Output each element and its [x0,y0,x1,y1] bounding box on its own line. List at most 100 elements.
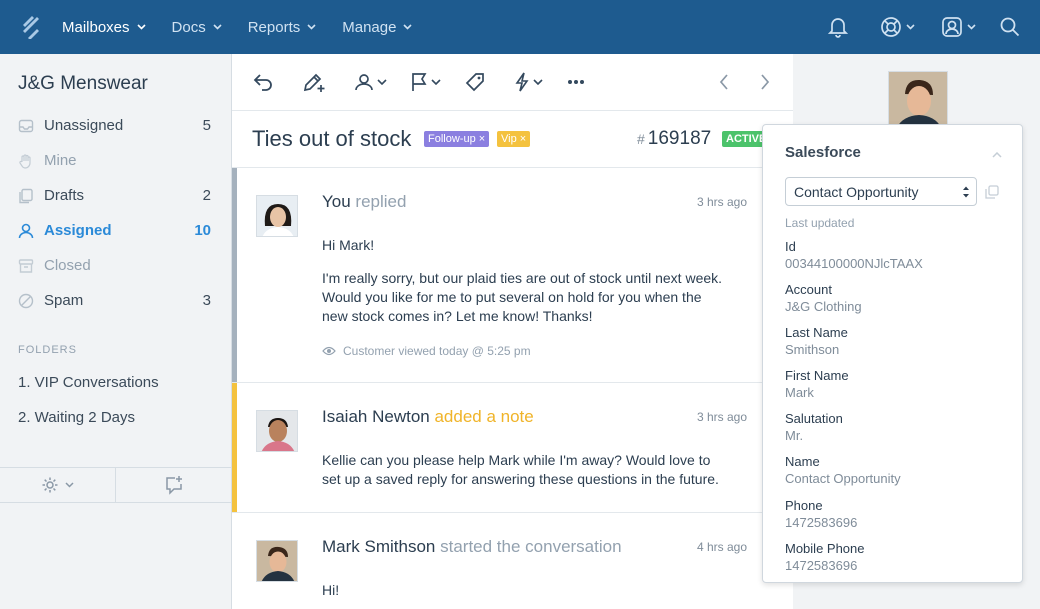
person-icon [355,74,373,91]
conversation-number: #169187 [637,128,711,150]
field-key: Account [785,282,832,297]
sf-field-id: Id 00344100000NJlcTAAX [785,239,923,271]
chevron-down-icon [377,79,387,85]
field-key: Last Name [785,325,848,340]
mailbox-name: J&G Menswear [18,73,148,94]
eye-icon [322,346,336,356]
inbox-icon [18,118,34,134]
thread-note-stripe [232,383,237,512]
more-actions-button[interactable] [567,70,585,94]
workflow-button[interactable] [514,70,543,94]
folder-count: 2 [202,187,211,204]
customer-avatar[interactable] [888,71,948,131]
custom-folder-vip[interactable]: 1. VIP Conversations [18,374,159,391]
search-icon [1000,17,1020,37]
mailbox-sidebar: J&G Menswear Unassigned 5 Mine Drafts 2 … [0,54,232,609]
notifications-button[interactable] [828,16,848,38]
author-name: You [322,192,351,211]
sf-field-salutation: Salutation Mr. [785,411,843,443]
thread-action: started the conversation [440,537,622,556]
author-name: Mark Smithson [322,537,436,556]
chevron-down-icon [431,79,441,85]
folder-drafts[interactable]: Drafts 2 [0,178,231,213]
thread-time: 3 hrs ago [696,410,747,424]
folder-label: Mine [44,152,77,169]
nav-mailboxes[interactable]: Mailboxes [62,19,146,36]
sf-field-mobile-phone: Mobile Phone 1472583696 [785,541,865,573]
thread-time: 4 hrs ago [696,540,747,554]
chevron-right-icon [761,74,770,90]
viewed-indicator: Customer viewed today @ 5:25 pm [322,344,531,358]
folder-mine[interactable]: Mine [0,143,231,178]
helpscout-logo-icon[interactable] [0,0,62,54]
tag-vip[interactable]: Vip × [497,131,531,147]
field-value: Contact Opportunity [785,471,901,486]
nav-manage[interactable]: Manage [342,19,413,36]
nav-reports[interactable]: Reports [248,19,317,36]
selected-object: Contact Opportunity [794,183,919,200]
folder-unassigned[interactable]: Unassigned 5 [0,108,231,143]
folder-count: 5 [202,117,211,134]
tag-follow-up[interactable]: Follow-up × [424,131,490,147]
thread-item: Isaiah Newton added a note 3 hrs ago Kel… [232,383,793,513]
nav-docs[interactable]: Docs [172,19,222,36]
lightning-icon [515,72,529,92]
bell-icon [828,18,848,38]
conversation-panel: Ties out of stock Follow-up × Vip × #169… [232,54,793,609]
new-conversation-button[interactable] [115,468,231,502]
field-value: Smithson [785,342,840,357]
field-value: 1472583696 [785,515,858,530]
person-icon [18,223,34,239]
sf-field-last-name: Last Name Smithson [785,325,848,357]
sidebar-footer [0,467,231,503]
thread-body: Kellie can you please help Mark while I'… [322,452,719,487]
folder-label: Closed [44,257,91,274]
field-key: Name [785,454,820,469]
status-button[interactable] [410,70,441,94]
thread-author: Mark Smithson started the conversation [322,537,622,557]
assign-button[interactable] [354,70,387,94]
copy-button[interactable] [985,185,999,204]
thread-reply-stripe [232,168,237,382]
chevron-down-icon [136,24,146,30]
mailbox-settings-button[interactable] [0,468,115,502]
top-nav: Mailboxes Docs Reports Manage [0,0,1040,54]
add-note-button[interactable] [302,70,326,94]
thread-item: Mark Smithson started the conversation 4… [232,513,793,609]
thread-item: You replied 3 hrs ago Hi Mark! I'm reall… [232,168,793,383]
sf-field-name: Name Contact Opportunity [785,454,901,486]
more-dots-icon [568,80,584,84]
previous-conversation-button[interactable] [719,70,729,94]
hand-icon [18,153,34,169]
collapse-panel-button[interactable] [992,145,1002,163]
sf-field-phone: Phone 1472583696 [785,498,857,530]
salesforce-object-select[interactable]: Contact Opportunity [785,177,977,206]
chevron-up-icon [992,151,1002,158]
reply-button[interactable] [252,70,274,94]
sf-field-account: Account J&G Clothing [785,282,862,314]
chevron-down-icon [967,24,976,30]
field-key: Mobile Phone [785,541,865,556]
folder-assigned[interactable]: Assigned 10 [0,213,231,248]
field-key: Id [785,239,796,254]
folder-closed[interactable]: Closed [0,248,231,283]
thread-body: I'm really sorry, but our plaid ties are… [322,270,723,324]
account-menu-button[interactable] [941,16,976,38]
help-lifebuoy-icon [881,17,901,37]
salesforce-title: Salesforce [785,144,861,161]
field-value: Mark [785,385,814,400]
help-menu-button[interactable] [880,16,915,38]
tag-button[interactable] [465,70,485,94]
custom-folder-waiting[interactable]: 2. Waiting 2 Days [18,409,135,426]
field-value: 1472583696 [785,558,858,573]
folder-spam[interactable]: Spam 3 [0,283,231,318]
chevron-down-icon [213,24,222,30]
field-value: Mr. [785,428,804,443]
thread-author: You replied [322,192,406,212]
field-value: J&G Clothing [785,299,862,314]
nav-docs-label: Docs [171,18,206,36]
search-button[interactable] [1000,17,1020,37]
flag-icon [412,73,427,91]
next-conversation-button[interactable] [760,70,770,94]
gear-icon [42,477,58,493]
